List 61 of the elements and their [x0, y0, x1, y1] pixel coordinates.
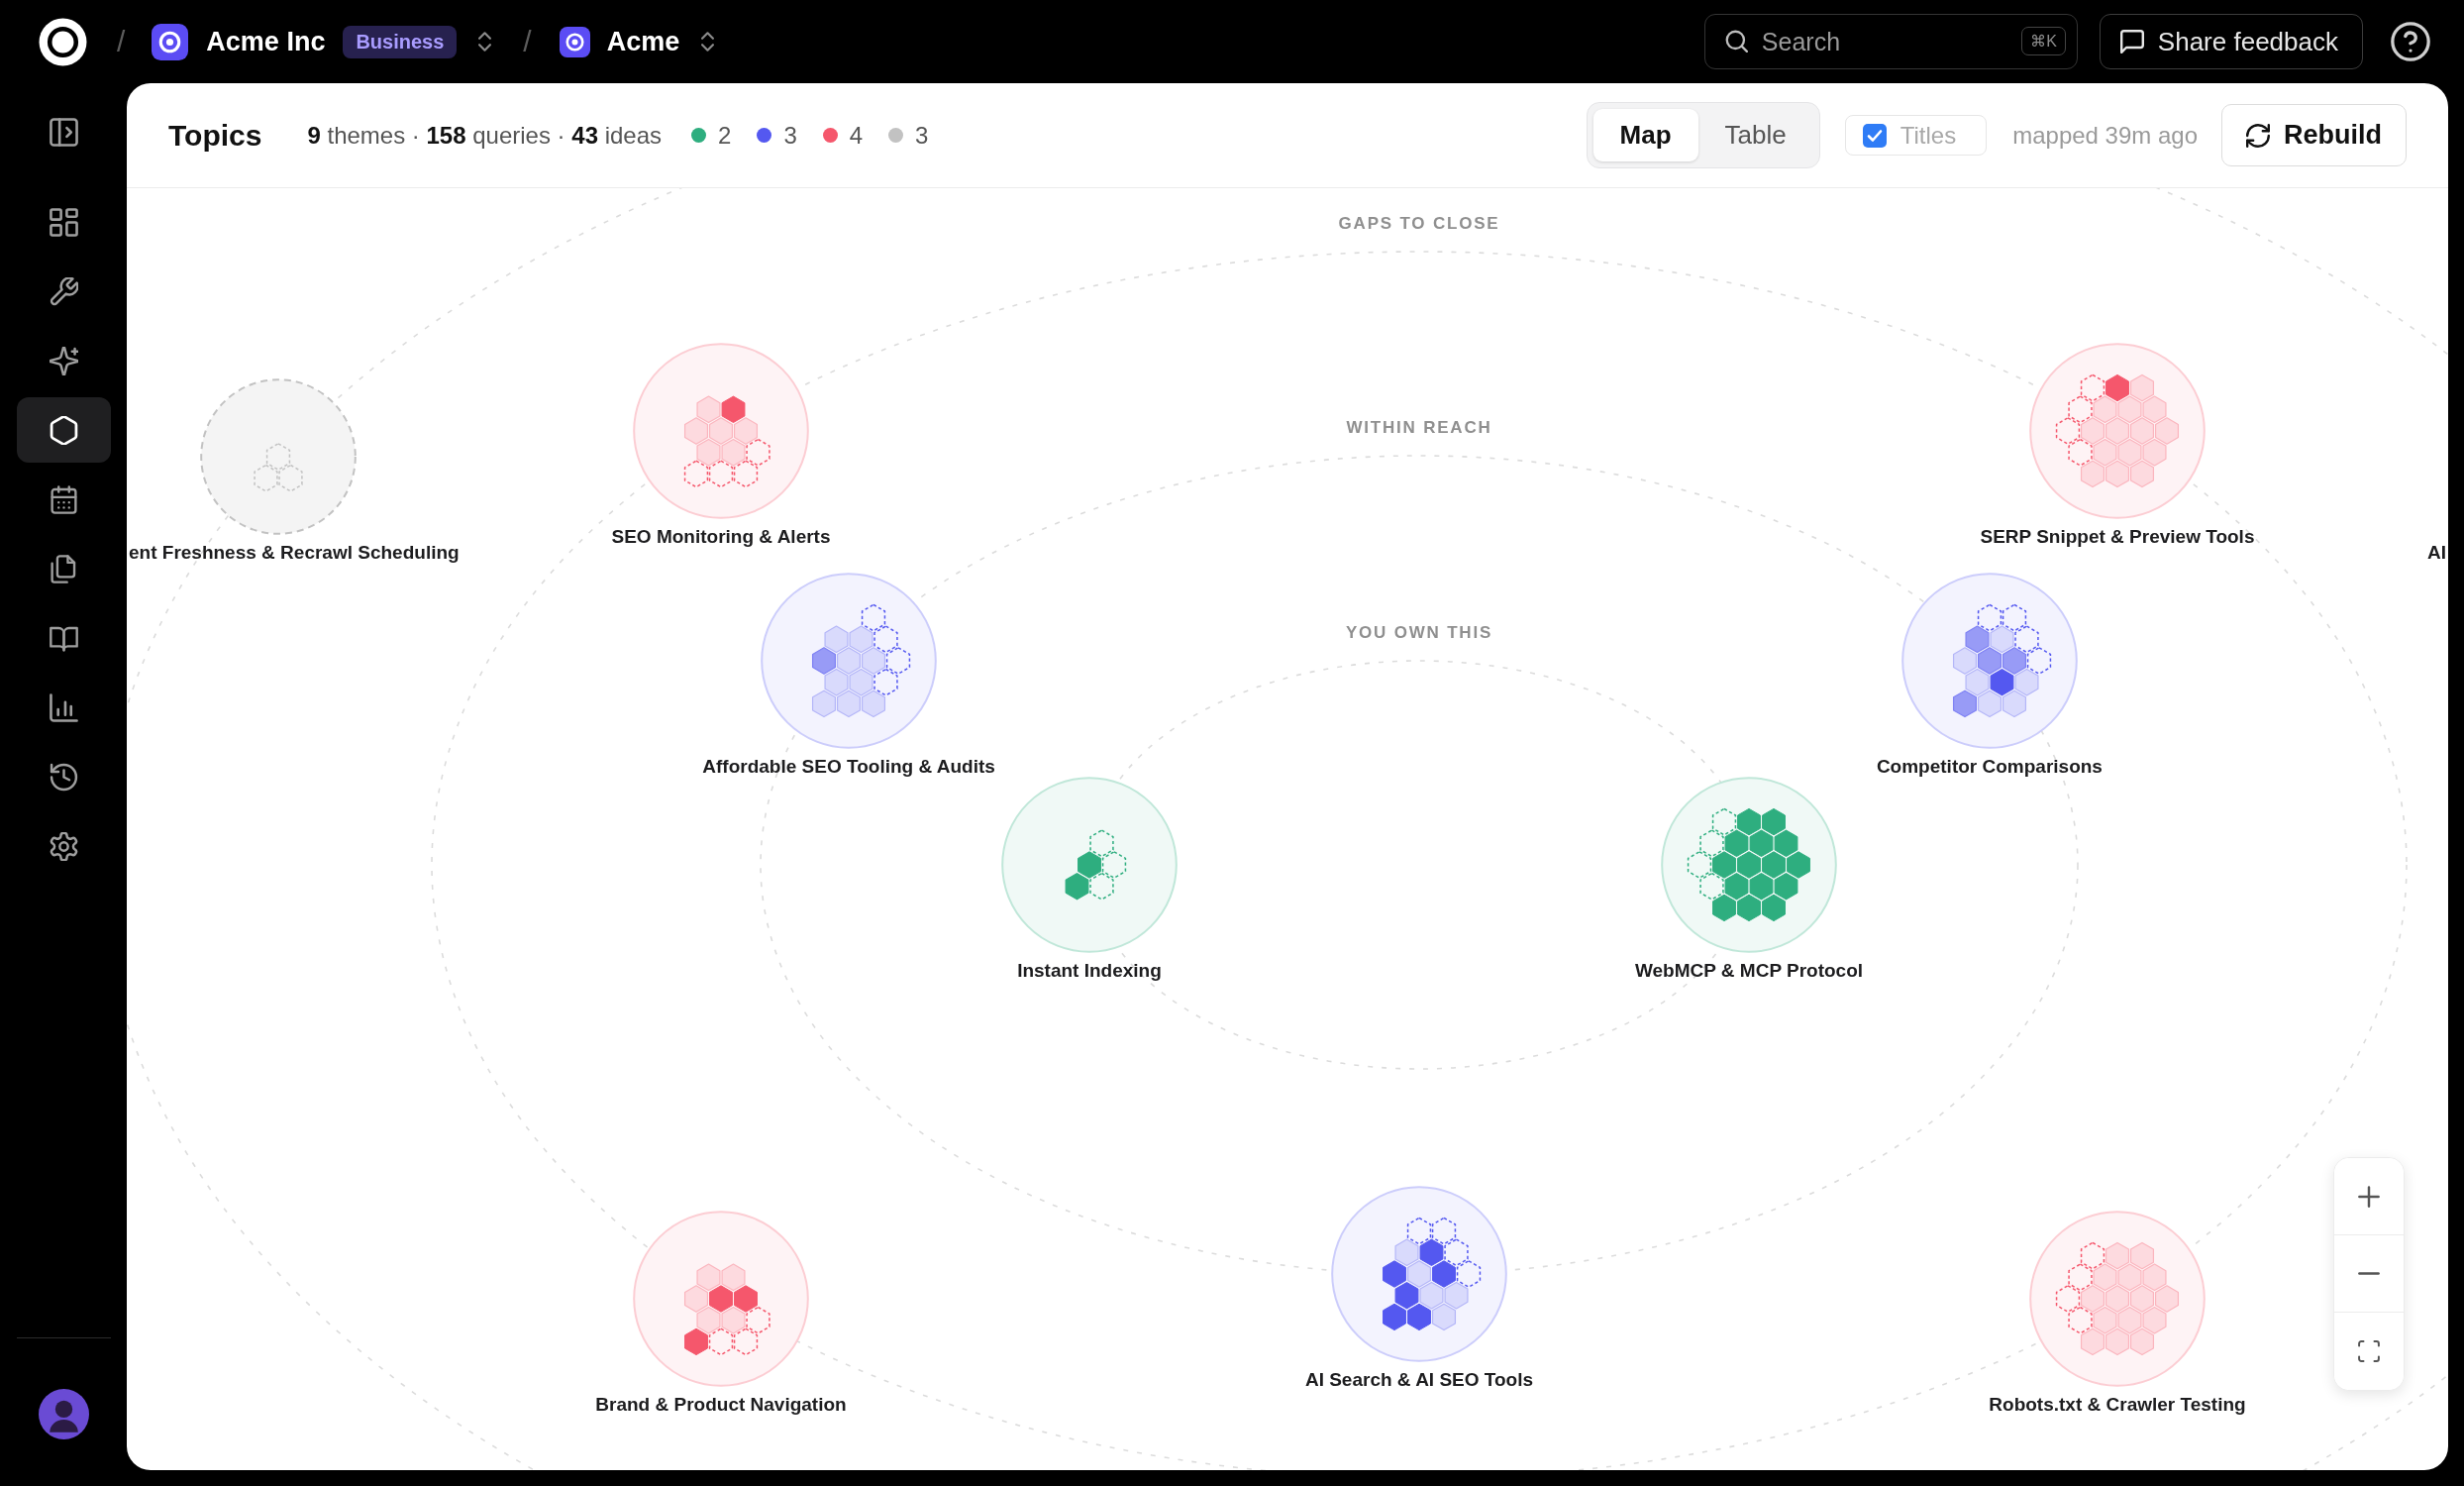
- refresh-icon: [2246, 123, 2270, 148]
- hexagon-icon: [49, 415, 78, 445]
- legend-count: 2: [718, 121, 732, 150]
- rebuild-button[interactable]: Rebuild: [2221, 104, 2407, 166]
- topic-label[interactable]: Instant Indexing: [1017, 960, 1162, 982]
- topic-label[interactable]: WebMCP & MCP Protocol: [1634, 960, 1864, 982]
- plus-icon: [2358, 1185, 2380, 1208]
- bar-chart-icon: [49, 692, 78, 722]
- breadcrumb-separator: /: [523, 25, 532, 58]
- topic-bubble[interactable]: [633, 1210, 809, 1387]
- shortcut-key: ⌘K: [2021, 27, 2066, 55]
- topic-label[interactable]: AI: [2427, 541, 2446, 564]
- organization-icon: [152, 23, 189, 60]
- legend-count: 4: [849, 121, 864, 150]
- settings-icon: [49, 831, 78, 861]
- panel-icon: [49, 117, 78, 147]
- plan-badge: Business: [343, 25, 458, 58]
- grid-icon: [49, 207, 78, 237]
- sidebar-item[interactable]: [16, 397, 111, 463]
- topic-label[interactable]: AI Search & AI SEO Tools: [1304, 1369, 1534, 1391]
- breadcrumb-separator: /: [117, 25, 126, 58]
- minus-icon: [2358, 1272, 2380, 1275]
- message-icon: [2119, 30, 2144, 53]
- ring-label: WITHIN REACH: [1346, 418, 1492, 438]
- chevrons-up-down-icon: [478, 32, 492, 52]
- topic-label[interactable]: Affordable SEO Tooling & Audits: [702, 755, 995, 778]
- ring-label: GAPS TO CLOSE: [1338, 214, 1500, 234]
- logo-icon[interactable]: [39, 17, 87, 66]
- topic-label[interactable]: Brand & Product Navigation: [595, 1393, 847, 1416]
- topic-label[interactable]: Robots.txt & Crawler Testing: [1989, 1393, 2246, 1416]
- legend-count: 3: [915, 121, 929, 150]
- legend-count: 3: [783, 121, 797, 150]
- topic-label[interactable]: Competitor Comparisons: [1876, 755, 2103, 778]
- summary-text: 9 themes · 158 queries · 43 ideas: [307, 121, 663, 150]
- project-switcher[interactable]: Acme: [559, 26, 715, 57]
- help-icon[interactable]: [2391, 22, 2430, 61]
- history-icon: [49, 762, 78, 792]
- search-icon: [1724, 30, 1748, 53]
- topic-bubble[interactable]: [1900, 572, 2078, 749]
- sparkle-icon: [49, 346, 78, 375]
- sync-status: mapped 39m ago: [2012, 121, 2198, 150]
- view-tab[interactable]: Table: [1697, 109, 1813, 161]
- calendar-icon: [49, 484, 78, 514]
- view-tab[interactable]: Map: [1592, 109, 1698, 161]
- topic-label[interactable]: SERP Snippet & Preview Tools: [1980, 526, 2255, 549]
- organization-switcher[interactable]: Acme Inc Business: [152, 23, 492, 60]
- topic-bubble[interactable]: [1331, 1186, 1507, 1362]
- topic-bubble[interactable]: [1661, 777, 1837, 953]
- documents-icon: [49, 554, 78, 584]
- checkbox[interactable]: [1862, 123, 1887, 148]
- topic-label[interactable]: ent Freshness & Recrawl Scheduling: [129, 541, 460, 564]
- share-feedback-button[interactable]: Share feedback: [2099, 14, 2363, 69]
- fullscreen-icon: [2358, 1340, 2380, 1362]
- project-icon: [559, 26, 590, 57]
- ring-label: YOU OWN THIS: [1345, 623, 1493, 643]
- wrench-icon: [49, 276, 78, 306]
- topic-label[interactable]: SEO Monitoring & Alerts: [611, 526, 831, 549]
- page-title: Topics: [168, 118, 262, 153]
- user-avatar[interactable]: [38, 1389, 89, 1439]
- chevrons-up-down-icon: [701, 32, 715, 52]
- topic-bubble[interactable]: [1001, 777, 1178, 953]
